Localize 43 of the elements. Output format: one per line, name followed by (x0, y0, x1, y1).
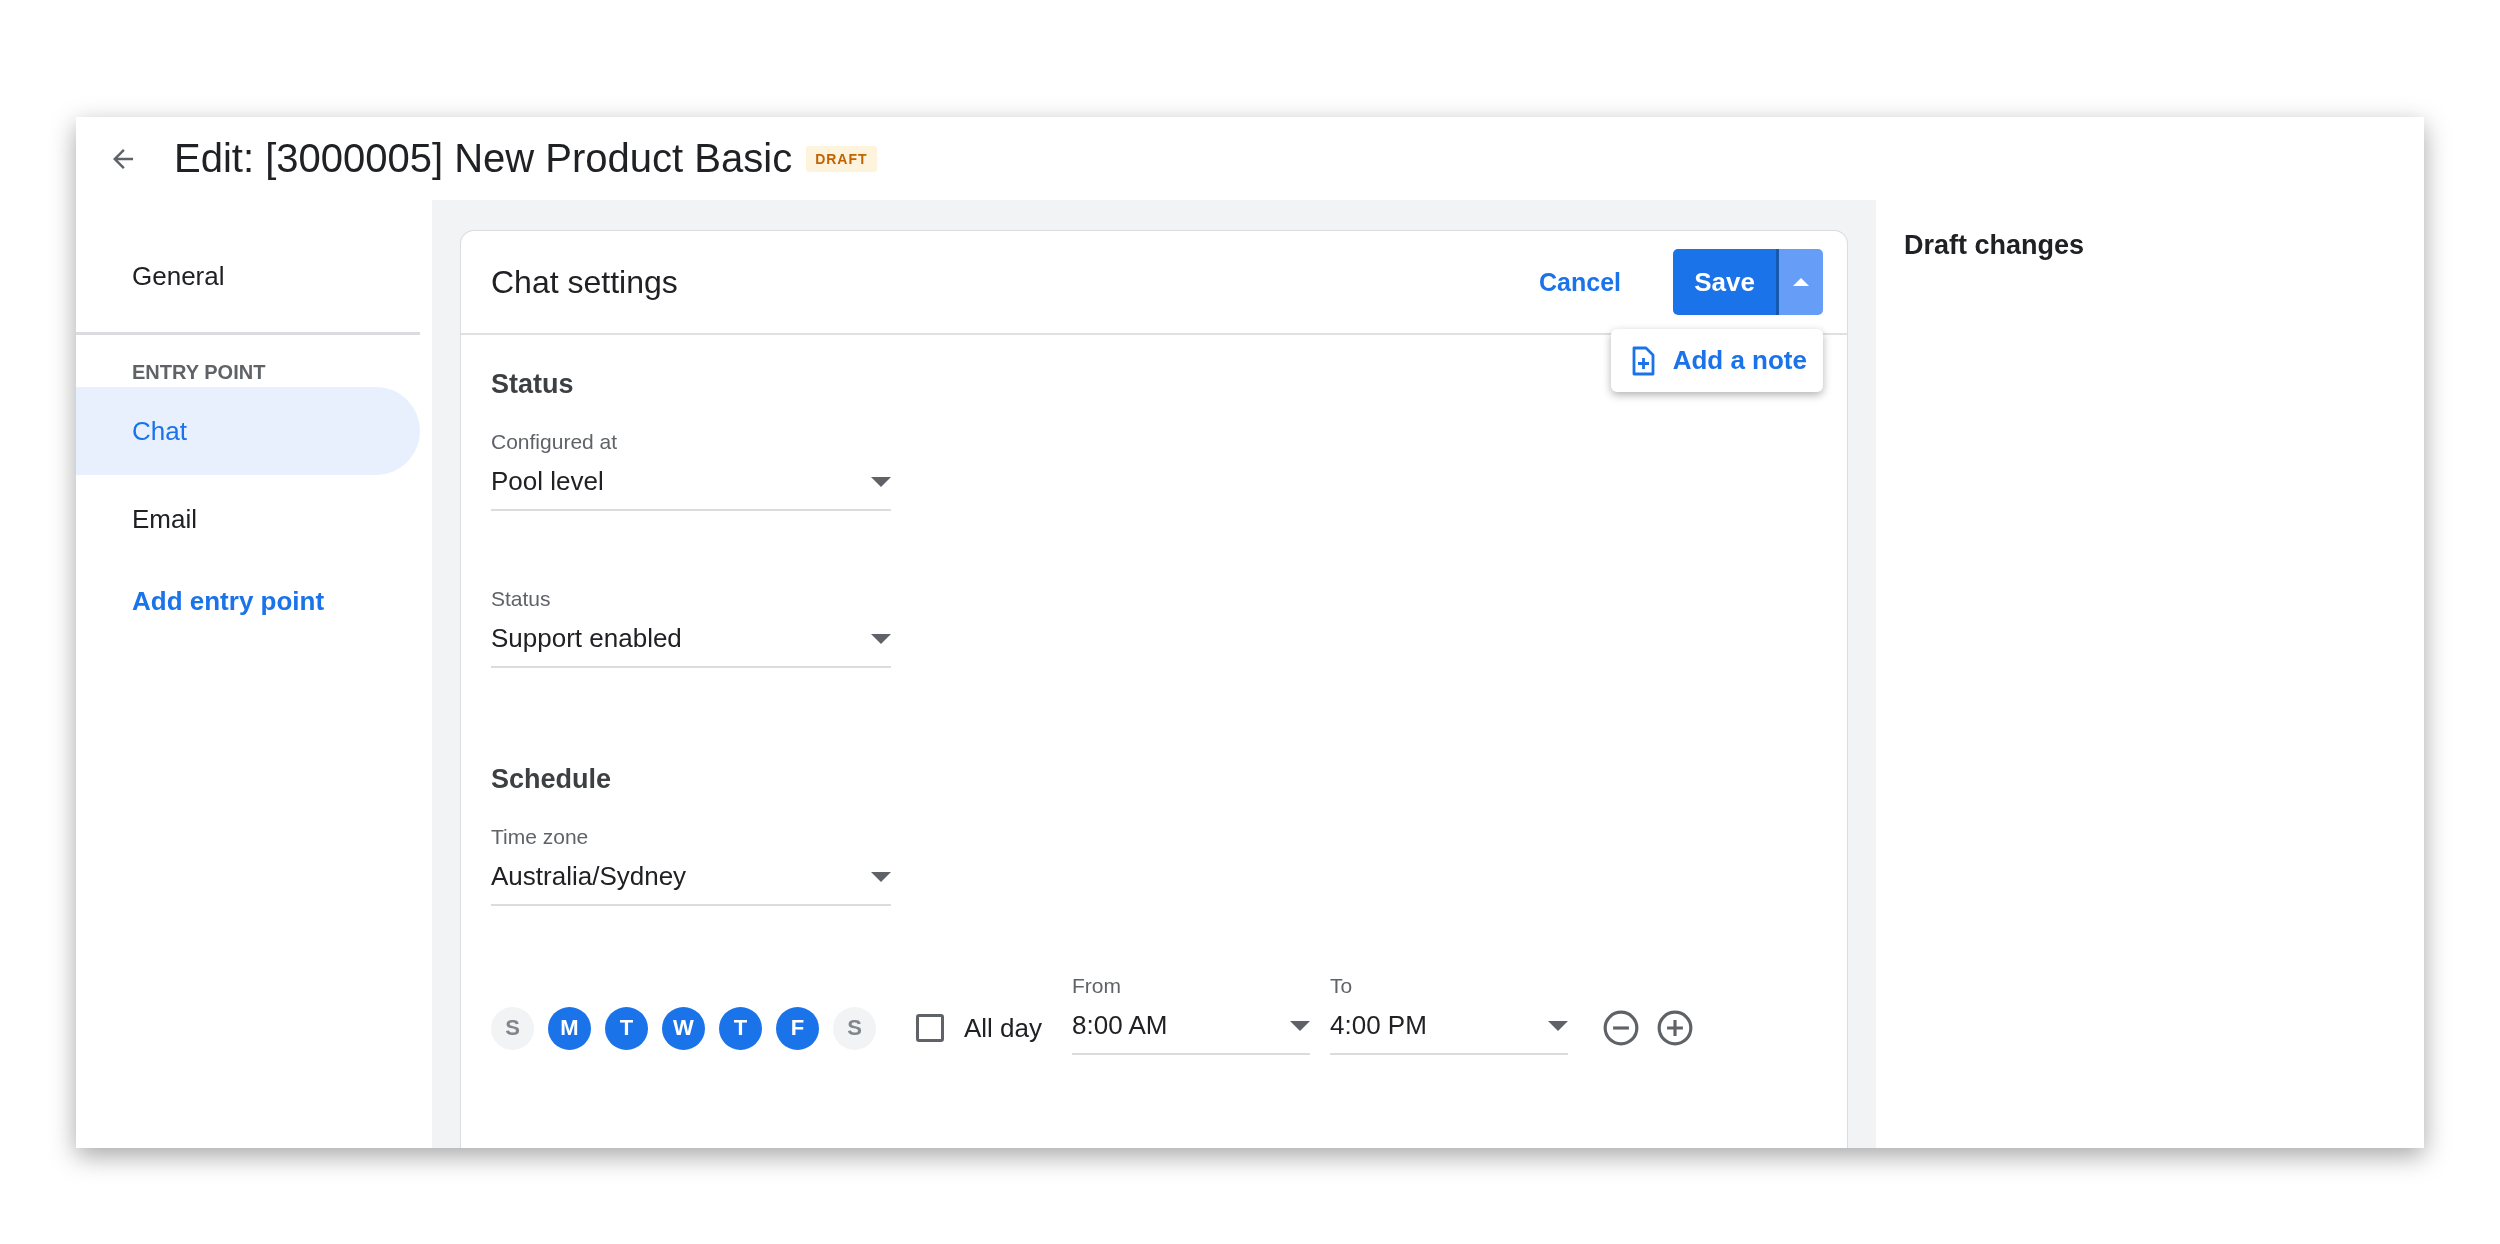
section-heading: Status (491, 369, 575, 400)
note-add-icon (1630, 345, 1655, 376)
field-label: Time zone (491, 825, 590, 849)
dropdown-arrow-icon (871, 476, 891, 487)
checkbox-label: All day (964, 1011, 1043, 1045)
dropdown-field[interactable]: 8:00 AM (1072, 1008, 1311, 1055)
section-heading: ENTRY POINT (131, 359, 267, 385)
sidebar-item[interactable]: Chat (76, 387, 420, 475)
dropdown-arrow-icon (871, 871, 891, 882)
add-circle-icon[interactable] (1656, 1009, 1695, 1047)
checkbox[interactable] (916, 1014, 944, 1042)
sidebar-item[interactable]: General (76, 232, 420, 320)
weekday-toggle[interactable]: M (548, 1006, 591, 1050)
weekday-toggle[interactable]: T (605, 1006, 648, 1050)
draft-badge: DRAFT (806, 145, 877, 172)
card-title: Chat settings (491, 263, 679, 301)
caret-icon (1793, 278, 1809, 286)
field-label: Configured at (491, 430, 619, 454)
dropdown-field[interactable]: Pool level (491, 464, 891, 511)
dropdown-arrow-icon (871, 633, 891, 644)
remove-circle-icon[interactable] (1602, 1009, 1641, 1047)
field-label: From (1072, 974, 1123, 998)
menu-item[interactable]: Add a note (1610, 337, 1823, 384)
add-entry-point-link[interactable]: Add entry point (76, 563, 420, 639)
dropdown-field[interactable]: Australia/Sydney (491, 859, 891, 906)
cancel-button[interactable]: Cancel (1531, 259, 1629, 305)
sidebar-item[interactable]: Email (76, 475, 420, 563)
save-button[interactable]: Save (1673, 249, 1779, 315)
field-label: Status (491, 587, 552, 611)
dropdown-field[interactable]: Support enabled (491, 621, 891, 668)
section-heading: Schedule (491, 764, 613, 795)
dropdown-arrow-icon (1290, 1020, 1311, 1031)
dropdown-arrow-icon (1548, 1020, 1569, 1031)
page-title: Edit: [3000005] New Product Basic (174, 136, 793, 181)
weekday-toggle[interactable]: F (776, 1006, 819, 1050)
weekday-toggle[interactable]: S (833, 1006, 876, 1050)
menu-toggle-button[interactable] (1779, 249, 1823, 315)
field-label: To (1330, 974, 1354, 998)
weekday-toggle[interactable]: W (662, 1006, 705, 1050)
weekday-toggle[interactable]: T (719, 1006, 762, 1050)
panel-title: Draft changes (1904, 230, 2085, 260)
weekday-toggle[interactable]: S (491, 1006, 534, 1050)
dropdown-field[interactable]: 4:00 PM (1330, 1008, 1569, 1055)
